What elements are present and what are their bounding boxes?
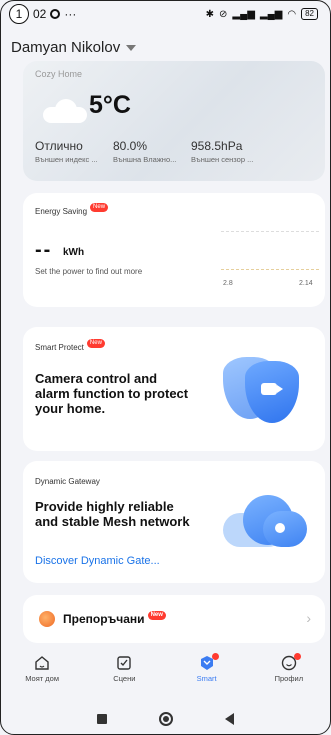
notification-dot [211,653,219,660]
stat-label: Външна Влажно... [113,155,177,164]
temperature: 5°C [89,91,131,119]
recommended-label: Препоръчани [63,612,145,626]
card-title: Provide highly reliable and stable Mesh … [35,499,190,529]
card-tag: Energy Saving New [35,203,109,216]
cloud-location-icon [223,493,307,547]
weather-stat: 958.5hPa Външен сензор ... [191,139,269,164]
home-icon [34,655,50,671]
energy-saving-card[interactable]: Energy Saving New -- kWh Set the power t… [23,193,325,307]
weather-stat: Отлично Външен индекс ... [35,139,113,164]
axis-start-label: 2.8 [223,280,233,287]
new-badge: New [147,610,166,620]
card-tag-label: Smart Protect [35,343,84,352]
bluetooth-icon: ✱ [205,8,215,20]
notification-dot [293,653,301,660]
tab-label: Сцени [113,674,136,683]
wifi-icon: ◠ [287,8,297,20]
back-button[interactable] [225,713,234,725]
home-button[interactable] [159,712,173,726]
axis-end-label: 2.14 [299,280,313,287]
energy-hint: Set the power to find out more [35,267,143,276]
checkbox-icon [116,655,132,671]
energy-unit: kWh [63,247,85,258]
chevron-right-icon: › [306,610,311,626]
recommended-row[interactable]: Препоръчани New › [23,595,325,643]
stat-value: 958.5hPa [191,139,243,153]
account-switcher[interactable]: Damyan Nikolov [11,39,137,56]
recommended-label-group: Препоръчани New [63,610,166,626]
camera-lens-icon [277,385,283,393]
chevron-down-icon [126,44,137,51]
stat-value: Отлично [35,139,83,153]
tab-profile[interactable]: Профил [259,653,319,683]
discover-gateway-link[interactable]: Discover Dynamic Gate... [35,555,160,567]
new-badge: New [90,203,109,212]
mute-icon: ⊘ [219,8,228,20]
system-nav-bar [1,707,330,731]
card-title: Camera control and alarm function to pro… [35,371,189,416]
signal-icon: ▂▄▆ [232,8,255,20]
bottom-nav: Моят дом Сцени Smart Профил [1,653,330,699]
status-more-icon: ··· [64,7,77,21]
cloud-icon [43,99,89,123]
camera-icon [261,383,277,395]
recommend-icon [39,611,55,627]
stat-label: Външен индекс ... [35,155,98,164]
step-indicator: 1 [9,4,29,24]
home-name: Cozy Home [35,69,83,79]
dynamic-gateway-card[interactable]: Dynamic Gateway Provide highly reliable … [23,461,325,583]
card-tag: Dynamic Gateway [35,477,100,486]
stat-value: 80.0% [113,139,148,153]
weather-stat: 80.0% Външна Влажно... [113,139,191,164]
recents-button[interactable] [97,714,107,724]
chart-gridline [221,231,319,232]
smart-protect-card[interactable]: Smart Protect New Camera control and ala… [23,327,325,451]
tab-smart[interactable]: Smart [177,653,237,683]
card-tag: Smart Protect New [35,339,105,352]
weather-card[interactable]: Cozy Home 5°C Отлично Външен индекс ... … [23,61,325,181]
status-bar: 1 02 ··· ✱ ⊘ ▂▄▆ ▂▄▆ ◠ 82 [1,1,330,27]
chart-line [221,269,319,270]
signal-icon-2: ▂▄▆ [259,8,283,20]
energy-value: -- [35,239,53,261]
tab-label: Профил [274,674,304,683]
tab-label: Моят дом [25,674,60,683]
status-time: 02 [33,7,47,21]
phone-screen: 1 02 ··· ✱ ⊘ ▂▄▆ ▂▄▆ ◠ 82 Damyan Nikolov… [0,0,331,735]
account-name: Damyan Nikolov [11,39,121,56]
tab-scenes[interactable]: Сцени [94,655,154,683]
tab-home[interactable]: Моят дом [12,655,72,683]
stat-label: Външен сензор ... [191,155,254,164]
weather-stats: Отлично Външен индекс ... 80.0% Външна В… [35,139,269,164]
battery-icon: 82 [301,8,318,20]
new-badge: New [86,339,105,348]
tab-label: Smart [196,674,217,683]
card-tag-label: Energy Saving [35,207,88,216]
card-tag-label: Dynamic Gateway [35,477,100,486]
status-circle-icon [50,9,61,19]
